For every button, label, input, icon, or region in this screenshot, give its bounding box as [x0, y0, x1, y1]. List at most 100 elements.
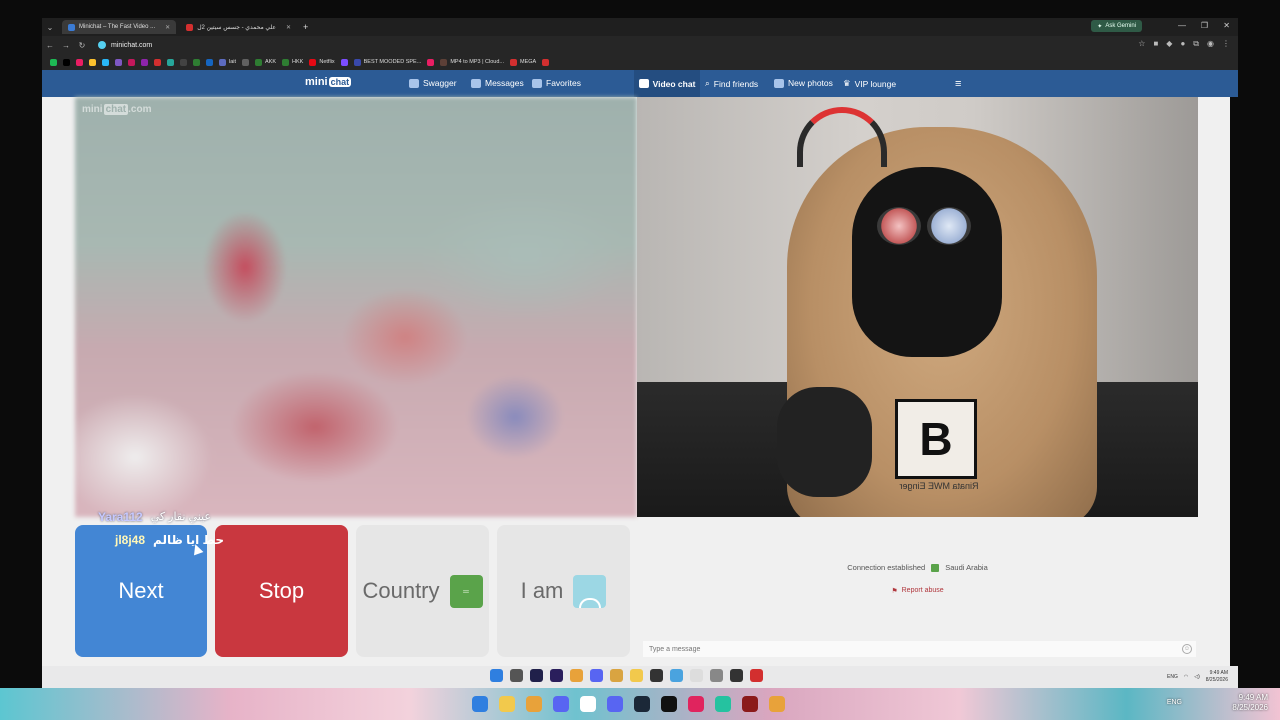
- close-icon[interactable]: ✕: [286, 24, 291, 31]
- app-icon[interactable]: [650, 669, 663, 682]
- new-tab-button[interactable]: +: [303, 22, 308, 32]
- volume-icon[interactable]: ◁): [1194, 674, 1200, 680]
- bookmark-item[interactable]: MEGA: [510, 58, 536, 66]
- app-icon[interactable]: [730, 669, 743, 682]
- nav-vip-lounge-label: VIP lounge: [854, 78, 897, 89]
- report-abuse-link[interactable]: ⚑ Report abuse: [637, 587, 1198, 595]
- nav-vip-lounge[interactable]: ♛ VIP lounge: [843, 78, 896, 89]
- extension-icon[interactable]: ◆: [1166, 39, 1172, 49]
- bookmark-item[interactable]: BEST MOODED SPE...: [353, 58, 421, 66]
- bookmark-item[interactable]: [128, 58, 135, 66]
- bookmark-item[interactable]: [115, 58, 122, 66]
- bookmark-item[interactable]: [76, 58, 83, 66]
- after-effects-icon[interactable]: [530, 669, 543, 682]
- bookmark-item[interactable]: [206, 58, 213, 66]
- next-button-label: Next: [118, 578, 164, 603]
- bookmark-item[interactable]: AKK: [255, 58, 276, 66]
- forward-icon[interactable]: →: [58, 41, 74, 50]
- back-icon[interactable]: ←: [42, 41, 58, 50]
- watermark-suffix: .com: [128, 104, 152, 115]
- wifi-icon[interactable]: ◠: [1184, 674, 1188, 680]
- nav-video-chat[interactable]: Video chat: [634, 70, 700, 97]
- nav-find-friends[interactable]: ⌕ Find friends: [705, 78, 758, 89]
- ask-gemini-button[interactable]: ✦ Ask Gemini: [1091, 20, 1142, 32]
- url-field[interactable]: minichat.com: [98, 41, 152, 49]
- bookmark-item[interactable]: [141, 58, 148, 66]
- app-icon[interactable]: [690, 669, 703, 682]
- site-info-icon[interactable]: [98, 41, 106, 49]
- country-button[interactable]: Country ═: [356, 525, 489, 657]
- file-explorer-icon[interactable]: [630, 669, 643, 682]
- bookmark-item[interactable]: [427, 58, 435, 66]
- message-input[interactable]: [643, 641, 1196, 657]
- profile-avatar[interactable]: ◉: [1207, 39, 1214, 49]
- language-indicator[interactable]: ENG: [1167, 674, 1178, 680]
- windows-start-icon[interactable]: [472, 696, 488, 712]
- app-icon[interactable]: [715, 696, 731, 712]
- restore-icon[interactable]: ❐: [1201, 21, 1208, 30]
- more-menu-icon[interactable]: ⋮: [1222, 39, 1230, 49]
- app-icon[interactable]: [750, 669, 763, 682]
- bookmark-item[interactable]: [542, 58, 550, 66]
- notepad-icon[interactable]: [580, 696, 596, 712]
- tiktok-live-icon[interactable]: [688, 696, 704, 712]
- headset: [797, 107, 887, 167]
- bookmark-item[interactable]: MP4 to MP3 | Cloud...: [440, 58, 504, 66]
- tab-second[interactable]: علي محمدي - جسس سيتين 2ل ✕: [180, 20, 297, 34]
- extension-icon[interactable]: ■: [1153, 39, 1158, 49]
- windows-start-icon[interactable]: [490, 669, 503, 682]
- discord-icon[interactable]: [590, 669, 603, 682]
- bookmark-item[interactable]: [340, 58, 348, 66]
- bookmark-item[interactable]: [102, 58, 109, 66]
- extensions-puzzle-icon[interactable]: ⧉: [1193, 39, 1199, 49]
- bookmark-item[interactable]: [89, 58, 96, 66]
- host-language-indicator[interactable]: ENG: [1167, 699, 1182, 706]
- bookmark-item[interactable]: lait: [219, 58, 236, 66]
- host-date: 8/25/2026: [1232, 703, 1268, 712]
- tiktok-icon[interactable]: [661, 696, 677, 712]
- close-window-icon[interactable]: ✕: [1223, 21, 1230, 30]
- app-icon[interactable]: [610, 669, 623, 682]
- bookmark-item[interactable]: [154, 58, 161, 66]
- bookmark-item[interactable]: [242, 58, 250, 66]
- bookmark-item[interactable]: [193, 58, 200, 66]
- minichat-favicon-icon: [68, 23, 75, 31]
- tab-minichat[interactable]: Minichat – The Fast Video ... ✕: [62, 20, 177, 34]
- nav-messages[interactable]: Messages: [471, 78, 524, 88]
- bookmark-item[interactable]: [50, 58, 57, 66]
- extension-icon[interactable]: ●: [1180, 39, 1185, 49]
- bookmark-item[interactable]: HKK: [282, 58, 303, 66]
- site-logo[interactable]: mini chat: [305, 76, 352, 88]
- discord-icon[interactable]: [553, 696, 569, 712]
- file-explorer-icon[interactable]: [499, 696, 515, 712]
- stop-button[interactable]: Stop: [215, 525, 348, 657]
- bookmark-item[interactable]: [63, 58, 70, 66]
- bookmark-item[interactable]: [167, 58, 174, 66]
- host-clock[interactable]: 9:49 AM 8/25/2026: [1232, 693, 1268, 713]
- minimize-icon[interactable]: —: [1178, 21, 1186, 30]
- bookmark-star-icon[interactable]: ☆: [1138, 39, 1145, 49]
- chrome-icon[interactable]: [769, 696, 785, 712]
- i-am-button[interactable]: I am: [497, 525, 630, 657]
- discord-icon[interactable]: [607, 696, 623, 712]
- tab-second-label: علي محمدي - جسس سيتين 2ل: [197, 24, 276, 31]
- app-icon[interactable]: [670, 669, 683, 682]
- chrome-icon[interactable]: [526, 696, 542, 712]
- app-icon[interactable]: [742, 696, 758, 712]
- nav-favorites[interactable]: Favorites: [532, 78, 581, 88]
- tab-search-icon[interactable]: ⌄: [42, 23, 58, 32]
- close-icon[interactable]: ✕: [165, 24, 170, 31]
- nav-new-photos[interactable]: New photos: [774, 78, 833, 88]
- nav-swagger[interactable]: Swagger: [409, 78, 457, 88]
- app-icon[interactable]: [710, 669, 723, 682]
- bookmark-item[interactable]: Netflix: [309, 58, 335, 66]
- reload-icon[interactable]: ↻: [74, 41, 90, 50]
- inner-clock[interactable]: 9:49 AM 8/25/2026: [1206, 670, 1228, 684]
- emoji-icon[interactable]: ☺: [1182, 644, 1192, 654]
- bookmark-item[interactable]: [180, 58, 187, 66]
- media-encoder-icon[interactable]: [550, 669, 563, 682]
- hamburger-menu-icon[interactable]: ≡: [955, 78, 961, 90]
- chrome-icon[interactable]: [570, 669, 583, 682]
- steam-icon[interactable]: [634, 696, 650, 712]
- search-icon[interactable]: [510, 669, 523, 682]
